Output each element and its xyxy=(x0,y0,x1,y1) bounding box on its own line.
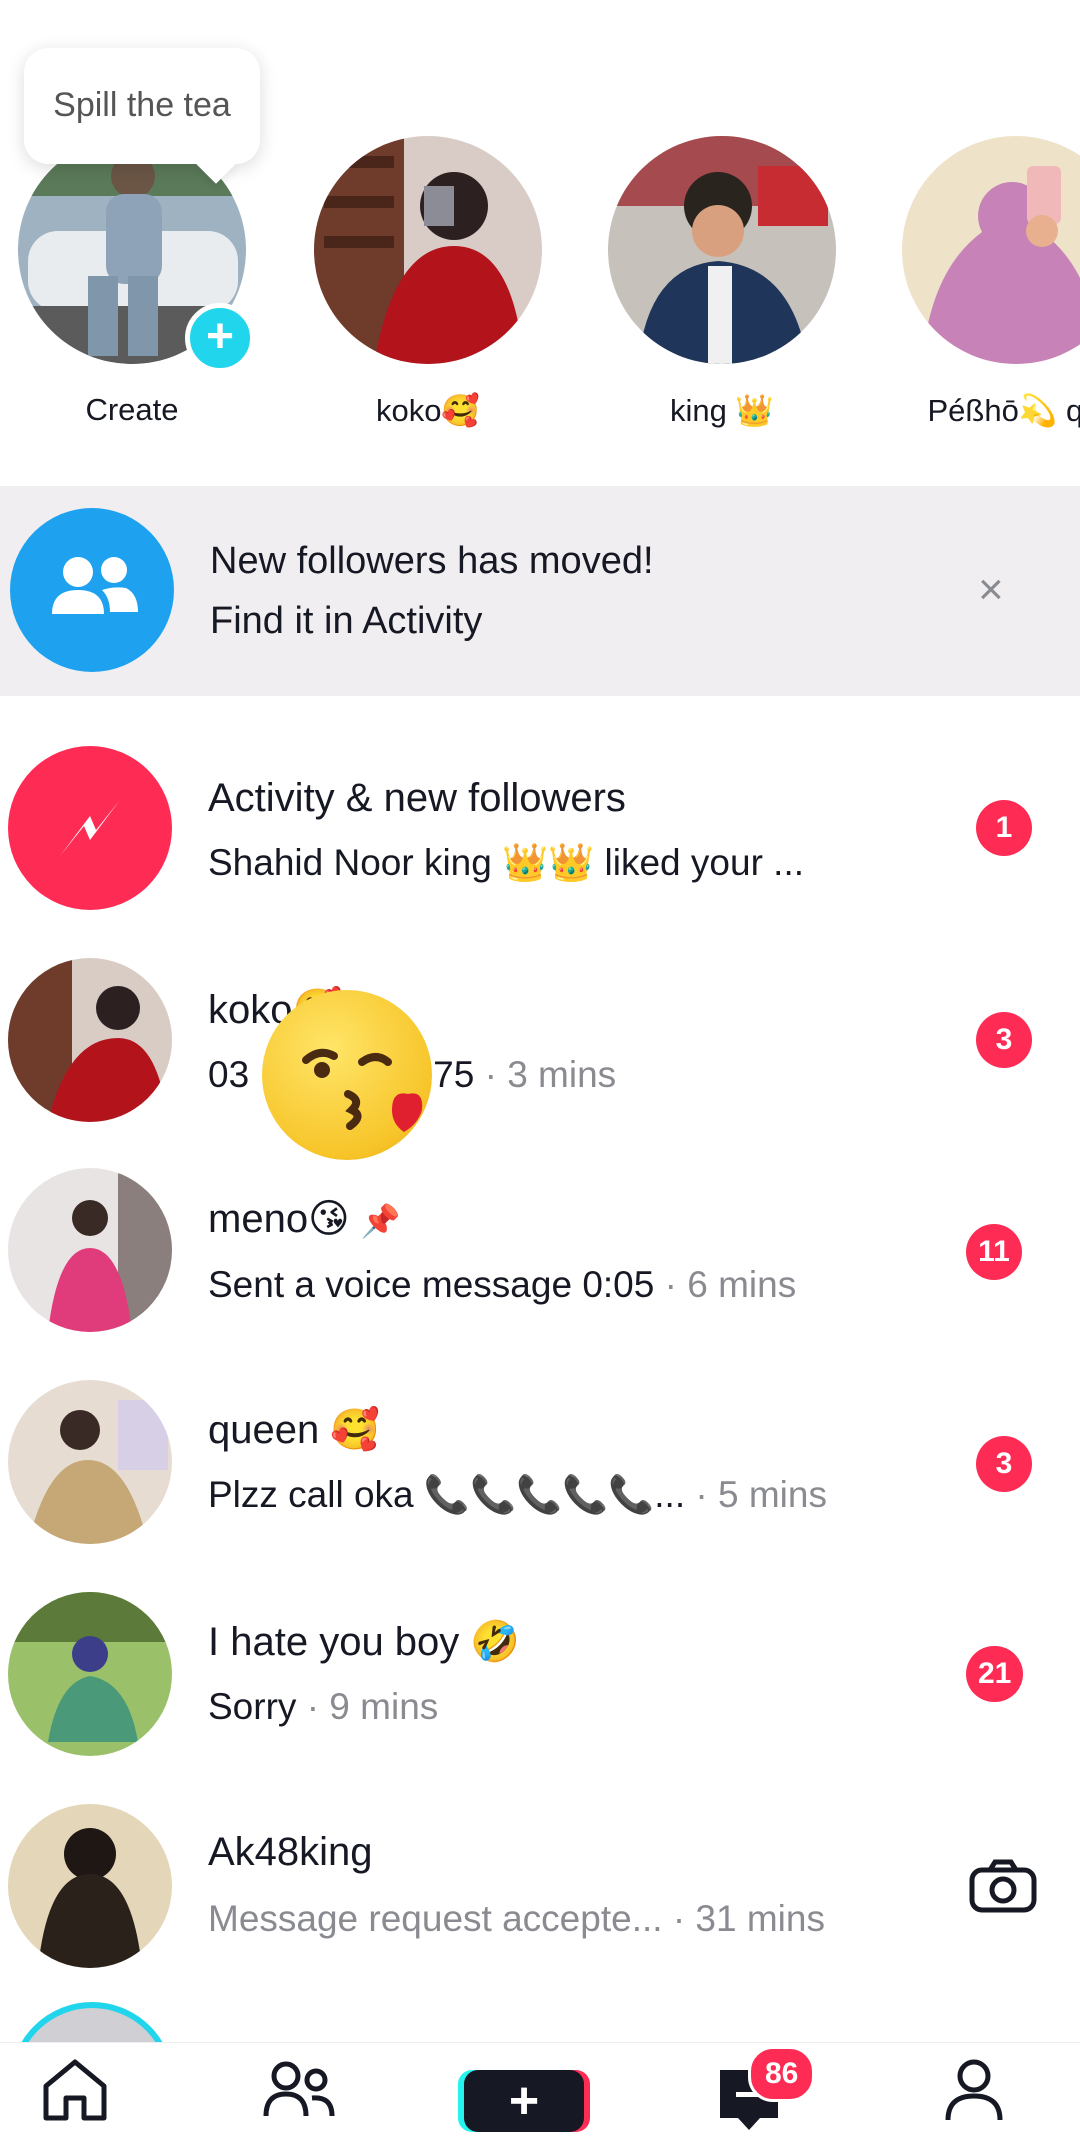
message-text: 75 xyxy=(433,1054,475,1095)
conversation-message: Sent a voice message 0:05 · 6 mins xyxy=(208,1264,796,1306)
avatar xyxy=(8,958,172,1122)
home-icon[interactable] xyxy=(40,2056,110,2126)
message-text: Sorry xyxy=(208,1686,297,1727)
kiss-emoji-sticker xyxy=(262,990,432,1160)
conversation-title: I hate you boy 🤣 xyxy=(208,1620,521,1664)
activity-icon xyxy=(8,746,172,910)
unread-badge: 1 xyxy=(976,800,1032,856)
avatar xyxy=(8,1168,172,1332)
conversation-title: queen 🥰 xyxy=(208,1408,381,1452)
add-story-icon[interactable]: + xyxy=(185,303,255,373)
story-label: Create xyxy=(85,392,179,427)
story-avatar[interactable] xyxy=(902,136,1080,364)
create-button[interactable]: + xyxy=(464,2070,584,2132)
friends-icon[interactable] xyxy=(262,2056,336,2126)
inbox-badge: 86 xyxy=(748,2046,816,2102)
conversation-message: Plzz call oka 📞📞📞📞📞... · 5 mins xyxy=(208,1474,827,1517)
list-item-conversation[interactable] xyxy=(10,2002,174,2042)
tooltip-text: Spill the tea xyxy=(53,86,231,124)
camera-icon[interactable] xyxy=(968,1858,1038,1914)
message-text: 03 xyxy=(208,1054,250,1095)
conversation-message: Shahid Noor king 👑👑 liked your ... xyxy=(208,842,805,883)
profile-icon[interactable] xyxy=(944,2056,1004,2126)
avatar xyxy=(8,1592,172,1756)
unread-badge: 11 xyxy=(966,1224,1022,1280)
conversation-message: Sorry · 9 mins xyxy=(208,1686,438,1728)
conversation-message: Message request accepte... · 31 mins xyxy=(208,1898,825,1940)
message-text: Sent a voice message 0:05 xyxy=(208,1264,655,1305)
conversation-title: Activity & new followers xyxy=(208,776,626,820)
story-label: king 👑 xyxy=(669,393,775,428)
conversation-title: meno😘 📌 xyxy=(208,1196,401,1242)
unread-badge: 21 xyxy=(966,1646,1024,1702)
close-icon[interactable]: × xyxy=(978,566,1004,614)
conversation-name: meno😘 xyxy=(208,1197,350,1241)
story-avatar[interactable] xyxy=(608,136,836,364)
message-time: · 5 mins xyxy=(695,1474,827,1515)
message-time: · 6 mins xyxy=(664,1264,797,1305)
avatar xyxy=(8,1380,172,1544)
unread-badge: 3 xyxy=(976,1436,1032,1492)
story-avatar[interactable] xyxy=(314,136,542,364)
tooltip: Spill the tea xyxy=(24,48,260,164)
message-text: Plzz call oka 📞📞📞📞📞... xyxy=(208,1474,686,1515)
banner-title: New followers has moved! xyxy=(210,540,654,582)
conversation-title: Ak48king xyxy=(208,1830,373,1874)
message-time: · 31 mins xyxy=(672,1898,825,1939)
message-text: Message request accepte... xyxy=(208,1898,663,1939)
pin-icon: 📌 xyxy=(360,1203,401,1239)
message-time: · 9 mins xyxy=(306,1686,439,1727)
followers-icon xyxy=(10,508,174,672)
message-time: · 3 mins xyxy=(484,1054,617,1095)
banner-subtitle: Find it in Activity xyxy=(210,600,483,642)
avatar xyxy=(8,1804,172,1968)
unread-badge: 3 xyxy=(976,1012,1032,1068)
story-label: Péßhō💫 qù xyxy=(927,393,1080,428)
story-label: koko🥰 xyxy=(375,393,481,428)
